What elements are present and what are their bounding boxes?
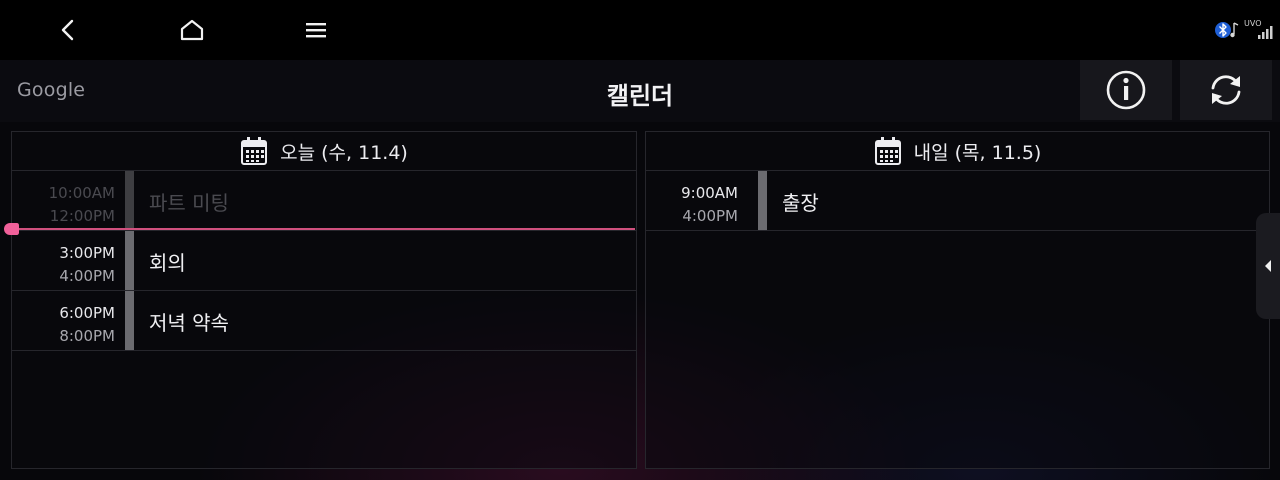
chevron-left-icon [61,19,74,41]
today-column: 오늘 (수, 11.4) 10:00AM 12:00PM 파트 미팅 3:00P… [11,131,637,469]
list-item-event[interactable]: 9:00AM 4:00PM 출장 [646,171,1269,231]
event-start-time: 10:00AM [48,184,115,202]
event-color-bar [125,171,134,230]
info-icon [1106,70,1146,110]
info-button[interactable] [1080,60,1172,120]
uvo-signal-icon: UVO [1244,19,1274,41]
event-title: 회의 [149,251,186,275]
event-title: 파트 미팅 [149,191,229,215]
calendar-icon [874,137,901,165]
caret-left-icon [1265,260,1271,272]
list-item-event[interactable]: 6:00PM 8:00PM 저녁 약속 [12,291,636,351]
refresh-button[interactable] [1180,60,1272,120]
status-icons: UVO [1214,18,1274,42]
event-end-time: 8:00PM [59,327,115,345]
current-time-line [12,228,635,230]
tomorrow-header: 내일 (목, 11.5) [646,132,1269,171]
event-start-time: 9:00AM [681,184,738,202]
tomorrow-heading: 내일 (목, 11.5) [913,141,1042,164]
event-end-time: 4:00PM [682,207,738,225]
back-button[interactable] [48,10,88,50]
calendar-icon [241,137,268,165]
current-time-marker [4,223,19,235]
list-item-event[interactable]: 10:00AM 12:00PM 파트 미팅 [12,171,636,231]
event-color-bar [125,291,134,350]
today-header: 오늘 (수, 11.4) [12,132,636,171]
today-heading: 오늘 (수, 11.4) [280,141,408,164]
list-item-event[interactable]: 3:00PM 4:00PM 회의 [12,231,636,291]
title-bar: Google 캘린더 [0,60,1280,122]
side-panel-handle[interactable] [1256,213,1280,319]
bluetooth-audio-icon [1215,22,1239,38]
tomorrow-column: 내일 (목, 11.5) 9:00AM 4:00PM 출장 [645,131,1270,469]
event-end-time: 4:00PM [59,267,115,285]
menu-button[interactable] [296,10,336,50]
home-icon [180,19,204,41]
refresh-icon [1211,75,1241,105]
home-button[interactable] [172,10,212,50]
event-start-time: 3:00PM [59,244,115,262]
hamburger-menu-icon [306,23,326,38]
event-title: 저녁 약속 [149,311,229,335]
event-start-time: 6:00PM [59,304,115,322]
calendar-screen: UVO Google 캘린더 오늘 (수, 11.4) 10:00AM 12:0… [0,0,1280,480]
event-color-bar [758,171,767,230]
event-end-time: 12:00PM [49,207,115,225]
status-bar: UVO [0,0,1280,60]
event-title: 출장 [782,191,819,215]
event-color-bar [125,231,134,290]
